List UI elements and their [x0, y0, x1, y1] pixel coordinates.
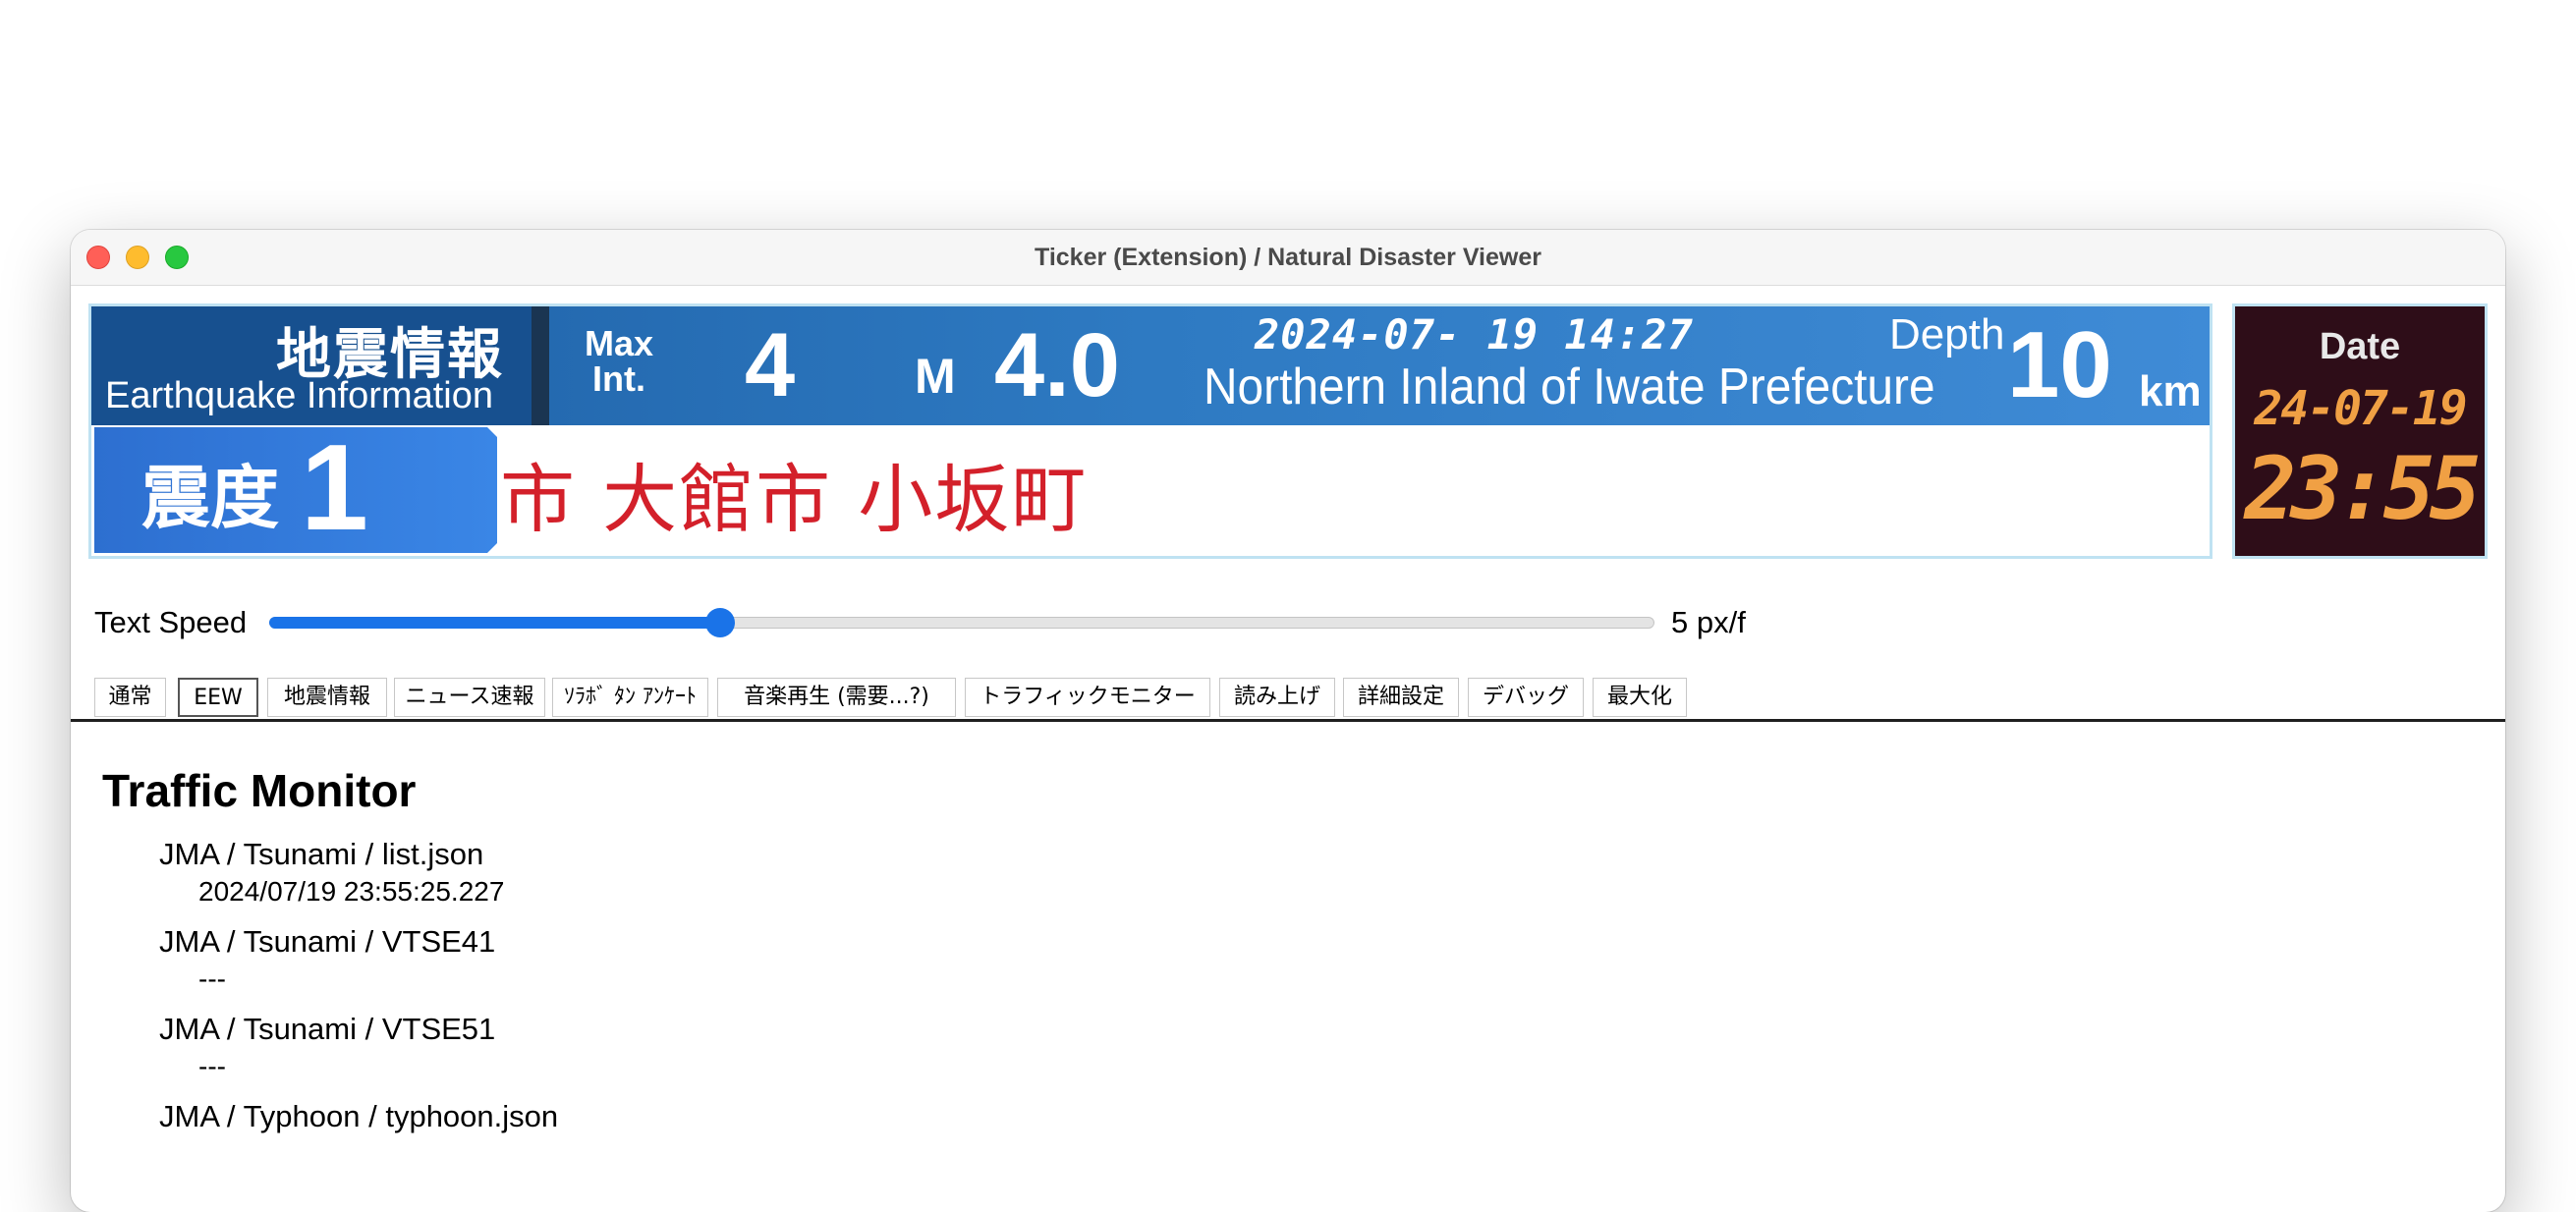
text-speed-slider[interactable] [269, 608, 1654, 637]
max-intensity-label-line1: Max [584, 323, 654, 363]
ticker-scroll-area: 角市 大館市 小坂町 震度 1 [91, 425, 2210, 556]
traffic-monitor-heading: Traffic Monitor [102, 765, 417, 816]
tab-divider [71, 719, 2505, 722]
text-speed-label: Text Speed [94, 605, 248, 639]
traffic-item: JMA / Tsunami / list.json 2024/07/19 23:… [159, 835, 558, 909]
max-intensity-label: Max Int. [575, 326, 663, 397]
clock-time: 23:55 [2244, 438, 2482, 539]
scrolling-area-list: 角市 大館市 小坂町 [423, 456, 1089, 543]
earthquake-title-block: 地震情報 Earthquake Information [91, 306, 532, 425]
clock-label: Date [2319, 326, 2401, 367]
intensity-value: 1 [301, 420, 368, 556]
tab-normal[interactable]: 通常 [94, 678, 166, 717]
earthquake-time: 2024-07- 19 14:27 [1255, 310, 1694, 358]
traffic-item-value: 2024/07/19 23:55:25.227 [198, 876, 505, 907]
app-window: Ticker (Extension) / Natural Disaster Vi… [71, 230, 2505, 1212]
traffic-item: JMA / Tsunami / VTSE41 --- [159, 922, 558, 997]
traffic-item-value: --- [198, 964, 226, 994]
traffic-item-name: JMA / Tsunami / VTSE51 [159, 1012, 496, 1046]
max-intensity-value: 4 [745, 315, 796, 415]
tab-read-aloud[interactable]: 読み上げ [1219, 678, 1335, 717]
tab-maximize[interactable]: 最大化 [1593, 678, 1687, 717]
intensity-label: 震度 [141, 458, 279, 538]
tab-eew[interactable]: EEW [178, 678, 258, 717]
traffic-list: JMA / Tsunami / list.json 2024/07/19 23:… [159, 835, 558, 1149]
clock-panel: Date 24-07-19 23:55 [2232, 303, 2488, 559]
earthquake-title-en: Earthquake Information [105, 375, 494, 416]
traffic-item-value: --- [198, 1051, 226, 1081]
window-title: Ticker (Extension) / Natural Disaster Vi… [1035, 244, 1541, 271]
earthquake-region: Northern Inland of Iwate Prefecture [1204, 358, 1935, 415]
depth-label: Depth [1889, 310, 2005, 358]
traffic-item: JMA / Tsunami / VTSE51 --- [159, 1010, 558, 1084]
traffic-item-name: JMA / Tsunami / VTSE41 [159, 924, 496, 959]
tab-traffic-monitor[interactable]: トラフィックモニター [965, 678, 1210, 717]
traffic-item-name: JMA / Tsunami / list.json [159, 837, 484, 871]
traffic-item: JMA / Typhoon / typhoon.json [159, 1097, 558, 1136]
depth-value: 10 [2007, 312, 2112, 417]
max-intensity-label-line2: Int. [592, 358, 645, 399]
earthquake-ticker: 地震情報 Earthquake Information Max Int. 4 M… [88, 303, 2212, 559]
intensity-badge: 震度 1 [94, 427, 497, 553]
tab-music-playback[interactable]: 音楽再生 (需要...?) [717, 678, 956, 717]
slider-thumb[interactable] [705, 608, 736, 637]
tab-breaking-news[interactable]: ニュース速報 [394, 678, 545, 717]
title-bar: Ticker (Extension) / Natural Disaster Vi… [71, 230, 2505, 286]
slider-fill [269, 617, 721, 629]
text-speed-value: 5 px/f [1671, 605, 1746, 639]
magnitude-label: M [915, 349, 956, 404]
depth-unit: km [2139, 367, 2202, 415]
title-separator [532, 306, 549, 425]
tab-earthquake-info[interactable]: 地震情報 [267, 678, 387, 717]
tab-advanced-settings[interactable]: 詳細設定 [1343, 678, 1459, 717]
magnitude-value: 4.0 [994, 315, 1120, 415]
tab-sorabo-survey[interactable]: ｿﾗﾎﾞ ﾀﾝ ｱﾝｹｰﾄ [552, 678, 708, 717]
ticker-header: 地震情報 Earthquake Information Max Int. 4 M… [91, 306, 2210, 425]
tab-debug[interactable]: デバッグ [1468, 678, 1584, 717]
clock-date: 24-07-19 [2254, 381, 2467, 436]
traffic-item-name: JMA / Typhoon / typhoon.json [159, 1099, 559, 1133]
